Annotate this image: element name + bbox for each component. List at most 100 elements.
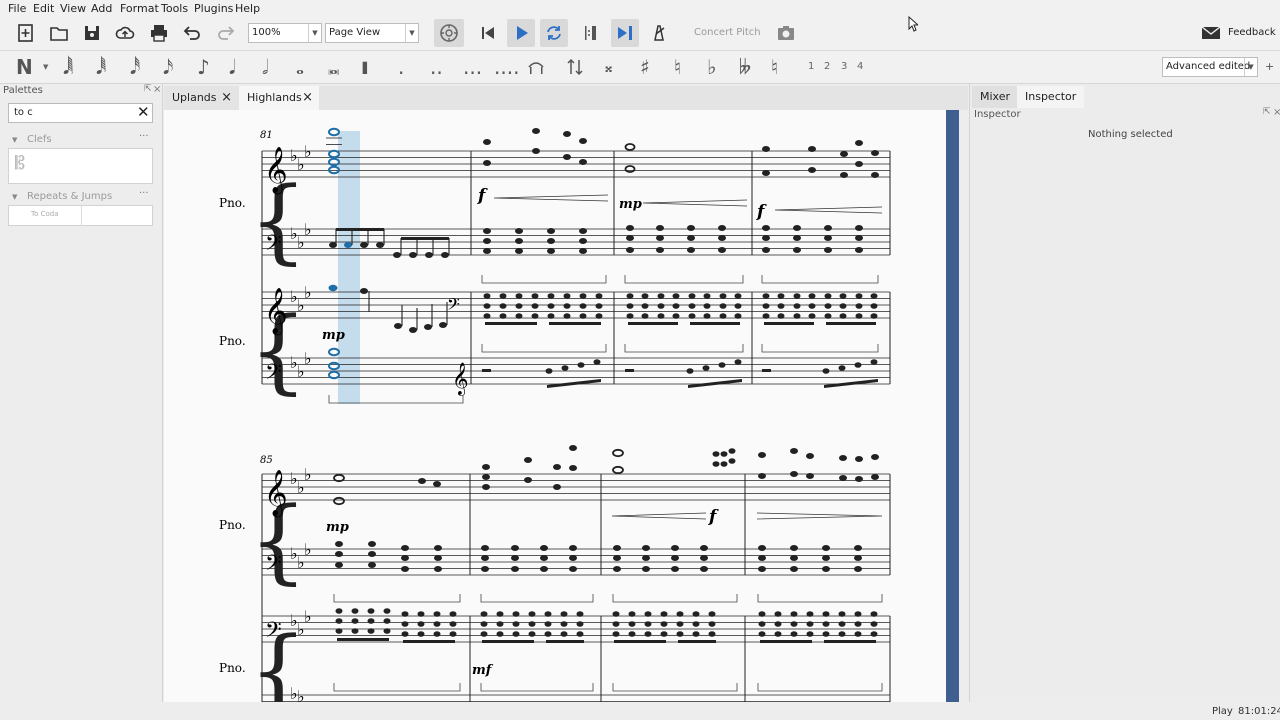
system-2-chords: [335, 541, 862, 572]
more-options-icon[interactable]: ···: [139, 131, 149, 142]
menu-view[interactable]: View: [60, 2, 86, 15]
clear-search-icon[interactable]: ✕: [137, 103, 150, 121]
score-page[interactable]: 81 Pno. Pno. { { 𝄞 𝄢 𝄞 𝄢 ♭ ♭♭ ♭ ♭♭ ♭ ♭♭ ♭ ♭♭: [164, 110, 946, 702]
double-sharp-icon[interactable]: 𝄪: [605, 55, 612, 79]
palette-search-input[interactable]: to c: [14, 107, 33, 118]
duration-whole-icon[interactable]: 𝅝: [296, 55, 304, 79]
redo-icon[interactable]: [214, 21, 238, 45]
menu-add[interactable]: Add: [91, 2, 112, 15]
c-clef-icon[interactable]: 𝄡: [15, 153, 25, 174]
to-coda-item[interactable]: To Coda: [31, 210, 59, 218]
more-options-icon[interactable]: ···: [139, 188, 149, 199]
flat-icon[interactable]: ♭: [707, 55, 716, 79]
inspector-panel: Mixer Inspector Inspector ⇱ × Nothing se…: [969, 84, 1280, 702]
tab-highlands[interactable]: Highlands ×: [239, 86, 319, 110]
measure-number: 85: [260, 455, 273, 466]
dynamic-marking: mp: [619, 197, 642, 212]
workspace-combo[interactable]: Advanced edited ▼: [1162, 57, 1258, 77]
instrument-label: Pno.: [219, 661, 246, 675]
menu-bar: File Edit View Add Format Tools Plugins …: [0, 0, 1280, 17]
cloud-upload-icon[interactable]: [113, 21, 137, 45]
tie-icon[interactable]: [524, 55, 548, 79]
feedback-button[interactable]: Feedback: [1228, 27, 1276, 38]
repeats-palette-cell[interactable]: To Coda: [8, 205, 153, 226]
close-icon[interactable]: ×: [153, 84, 161, 95]
camera-icon[interactable]: [774, 21, 798, 45]
duration-quarter-icon[interactable]: 𝅘𝅥: [229, 55, 235, 79]
tab-label: Uplands: [172, 91, 217, 104]
palette-group-clefs[interactable]: Clefs: [27, 134, 52, 145]
menu-format[interactable]: Format: [120, 2, 159, 15]
loop-icon[interactable]: [540, 19, 568, 47]
save-icon[interactable]: [80, 21, 104, 45]
feedback-envelope-icon[interactable]: [1199, 21, 1223, 45]
tab-mixer[interactable]: Mixer: [972, 86, 1019, 108]
duration-64th-icon[interactable]: 𝅘𝅥𝅲: [63, 55, 73, 79]
tab-uplands[interactable]: Uplands ×: [164, 86, 238, 110]
rewind-icon[interactable]: [476, 21, 500, 45]
duration-eighth-icon[interactable]: 𝅘𝅥𝅯: [163, 55, 173, 79]
palette-search-field[interactable]: to c ✕: [8, 103, 153, 123]
flip-direction-icon[interactable]: [563, 55, 587, 79]
duration-half-icon[interactable]: 𝅗𝅥: [262, 55, 268, 79]
voice-4-button[interactable]: 4: [857, 61, 863, 72]
menu-help[interactable]: Help: [235, 2, 260, 15]
menu-file[interactable]: File: [8, 2, 26, 15]
beam: [401, 237, 449, 240]
flip-enharmonic-icon[interactable]: ♮: [771, 55, 778, 79]
metronome-icon[interactable]: [434, 19, 464, 47]
clefs-palette-cell[interactable]: 𝄡: [8, 148, 153, 184]
menu-edit[interactable]: Edit: [33, 2, 54, 15]
system-1-hairpins: [493, 194, 883, 214]
play-icon[interactable]: [507, 19, 535, 47]
voice-3-button[interactable]: 3: [841, 61, 847, 72]
pan-score-icon[interactable]: [611, 19, 639, 47]
quadruple-dot-icon[interactable]: ....: [494, 55, 519, 79]
undock-icon[interactable]: ⇱: [144, 84, 152, 94]
zoom-value: 100%: [252, 27, 281, 38]
double-dot-icon[interactable]: ..: [430, 55, 443, 79]
vertical-scrollbar[interactable]: [946, 110, 959, 702]
duration-breve-icon[interactable]: 𝅜: [328, 55, 339, 79]
augmentation-dot-icon[interactable]: .: [398, 55, 404, 79]
workspace-value: Advanced edited: [1166, 61, 1251, 72]
undo-icon[interactable]: [180, 21, 204, 45]
close-icon[interactable]: ×: [221, 86, 232, 110]
close-icon[interactable]: ×: [1273, 107, 1280, 118]
menu-tools[interactable]: Tools: [161, 2, 188, 15]
view-mode-combo[interactable]: Page View ▼: [325, 23, 419, 43]
duration-eighth-note-icon[interactable]: ♪: [197, 55, 210, 79]
zoom-combo[interactable]: 100% ▼: [248, 23, 322, 43]
tab-label: Inspector: [1025, 90, 1077, 103]
duration-longa-icon[interactable]: 𝅛: [362, 55, 368, 79]
tab-inspector[interactable]: Inspector: [1017, 86, 1085, 108]
add-workspace-button[interactable]: +: [1265, 60, 1274, 73]
concert-pitch-button[interactable]: Concert Pitch: [694, 27, 761, 38]
voice-1-button[interactable]: 1: [808, 61, 814, 72]
system-2-melody: [333, 445, 879, 506]
chevron-down-icon[interactable]: ▼: [43, 63, 48, 71]
treble-clef-icon: 𝄞: [264, 470, 288, 518]
duration-16th-icon[interactable]: 𝅘𝅥𝅰: [130, 55, 140, 79]
bass-clef-change-icon: 𝄢: [447, 294, 460, 318]
sharp-icon[interactable]: ♯: [640, 55, 650, 79]
natural-icon[interactable]: ♮: [674, 55, 681, 79]
chevron-down-icon[interactable]: ▼: [12, 193, 17, 201]
duration-32nd-icon[interactable]: 𝅘𝅥𝅱: [96, 55, 106, 79]
undock-icon[interactable]: ⇱: [1263, 107, 1271, 117]
note-input-mode-icon[interactable]: N: [16, 55, 33, 79]
metronome-toggle-icon[interactable]: [647, 21, 671, 45]
close-icon[interactable]: ×: [302, 86, 313, 110]
palette-group-repeats[interactable]: Repeats & Jumps: [27, 191, 112, 202]
voice-2-button[interactable]: 2: [824, 61, 830, 72]
bass-clef-icon: 𝄢: [265, 231, 282, 261]
menu-plugins[interactable]: Plugins: [194, 2, 233, 15]
double-flat-icon[interactable]: 𝄫: [739, 55, 751, 79]
score-canvas[interactable]: 81 Pno. Pno. { { 𝄞 𝄢 𝄞 𝄢 ♭ ♭ ♭ ♭ ♭ ♭ ♭ ♭ ♭ ♭ ♭ ♭: [164, 110, 946, 702]
new-file-icon[interactable]: [14, 21, 38, 45]
chevron-down-icon[interactable]: ▼: [12, 136, 17, 144]
play-repeats-icon[interactable]: [578, 21, 602, 45]
triple-dot-icon[interactable]: ...: [463, 55, 482, 79]
open-folder-icon[interactable]: [47, 21, 71, 45]
print-icon[interactable]: [147, 21, 171, 45]
